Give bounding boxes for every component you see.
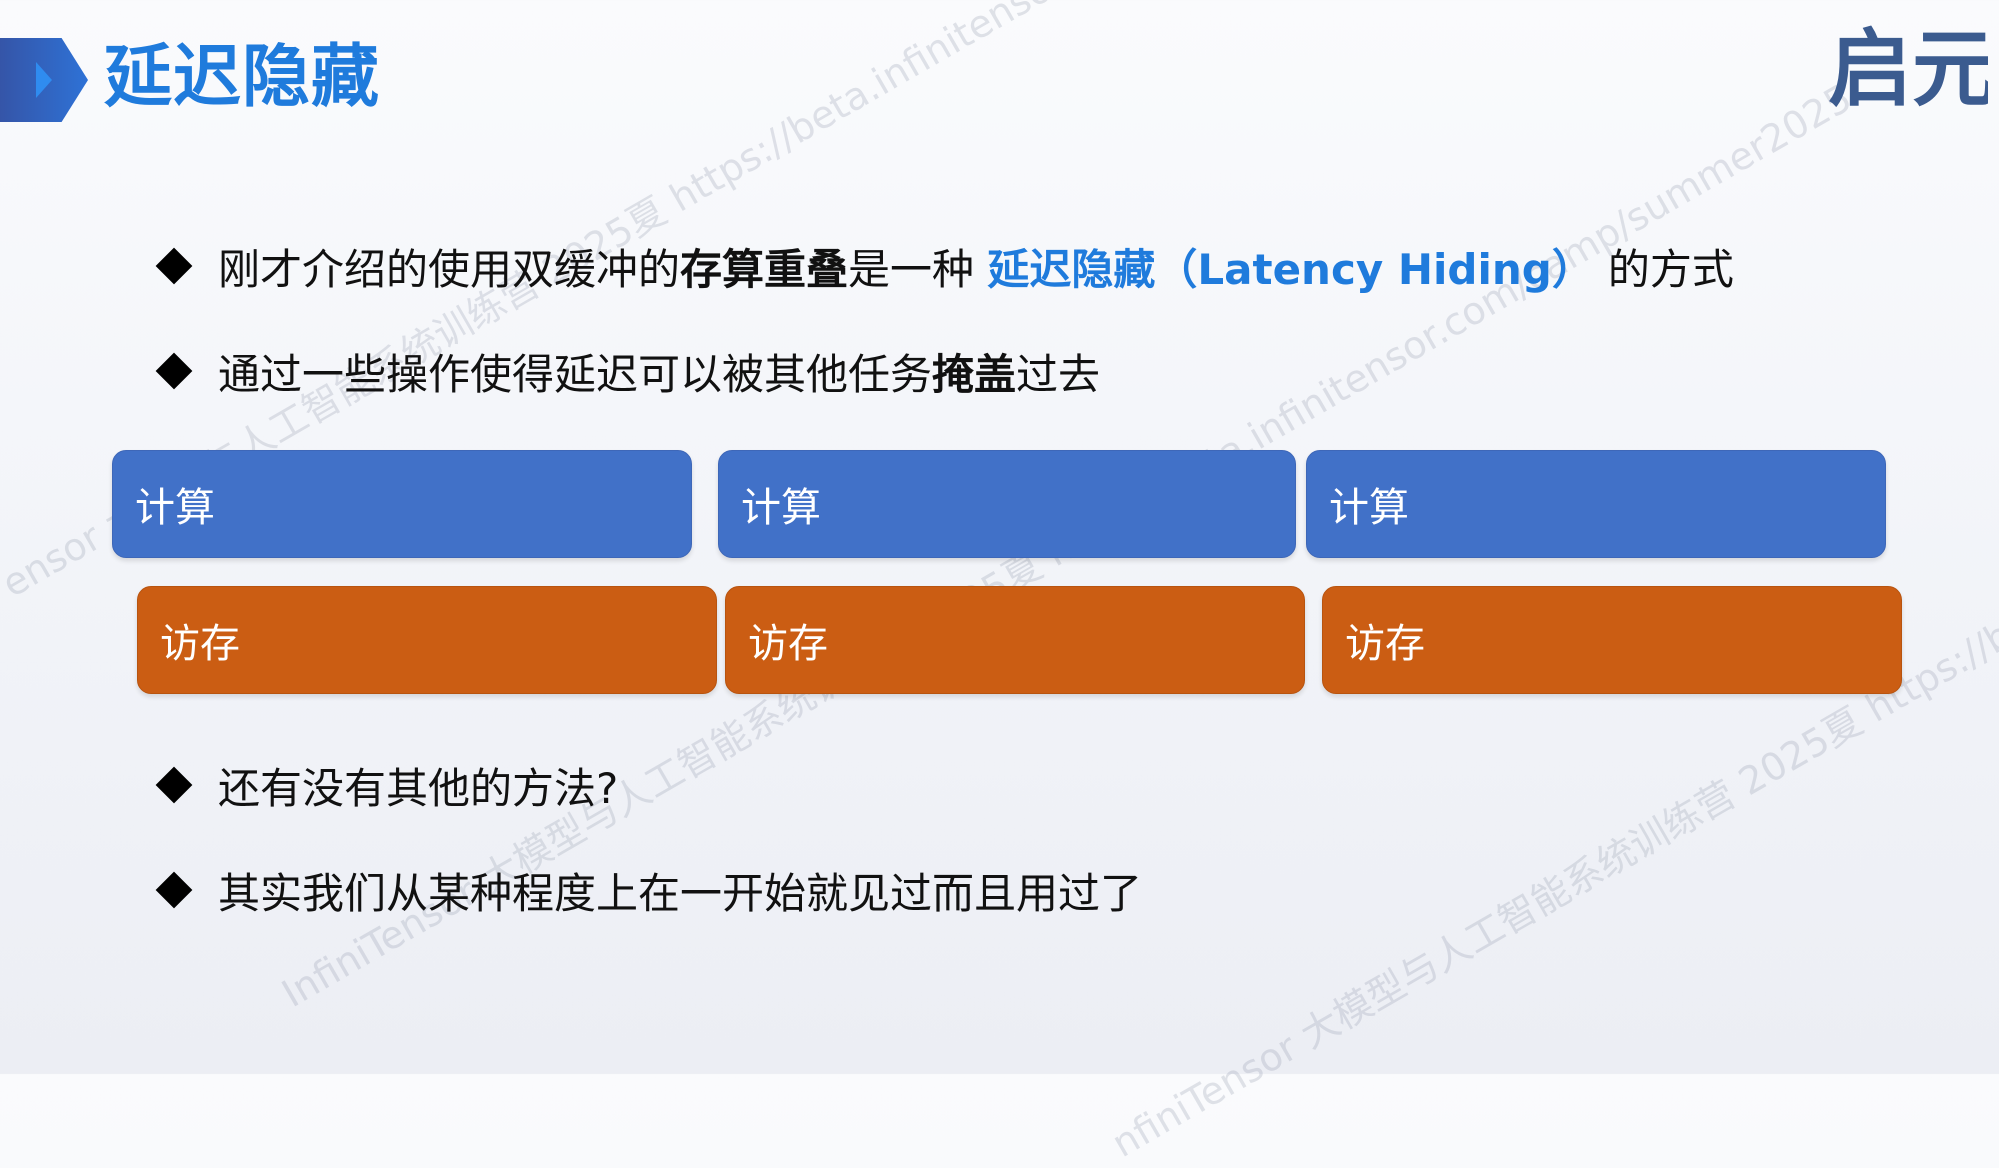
- compute-block: 计算: [112, 450, 692, 558]
- bullet-highlight: 延迟隐藏（Latency Hiding）: [987, 244, 1594, 294]
- memory-access-block: 访存: [137, 586, 717, 694]
- bullet-item: 通过一些操作使得延迟可以被其他任务 掩盖 过去: [155, 343, 1100, 399]
- bullet-text: 还有没有其他的方法?: [218, 763, 619, 813]
- bullet-item: 还有没有其他的方法?: [155, 757, 618, 813]
- compute-label: 计算: [135, 485, 215, 531]
- slide: ensor 大模型与人工智能系统训练营 2025夏 https://beta.i…: [0, 0, 1999, 1166]
- logo-text: 启元: [1828, 20, 1988, 110]
- diamond-bullet-icon: [155, 352, 193, 390]
- bullet-text: 通过一些操作使得延迟可以被其他任务: [218, 349, 933, 399]
- brand-logo: 启元: [1828, 20, 1988, 110]
- bullet-text: 刚才介绍的使用双缓冲的: [218, 244, 681, 294]
- compute-block: 计算: [1306, 450, 1886, 558]
- title-marker-tab: [0, 38, 88, 122]
- diamond-bullet-icon: [155, 247, 193, 285]
- memory-access-block: 访存: [1322, 586, 1902, 694]
- bullet-text: 过去: [1016, 349, 1101, 399]
- bullet-text: 的方式: [1607, 244, 1734, 294]
- bullet-item: 其实我们从某种程度上在一开始就见过而且用过了: [155, 862, 1142, 918]
- chevron-right-icon: [36, 62, 52, 98]
- diamond-bullet-icon: [155, 871, 193, 909]
- bullet-emphasis: 掩盖: [932, 349, 1017, 399]
- memory-access-label: 访存: [748, 621, 828, 667]
- bullet-text: 其实我们从某种程度上在一开始就见过而且用过了: [218, 868, 1143, 918]
- memory-access-label: 访存: [1345, 621, 1425, 667]
- page-title: 延迟隐藏: [104, 38, 381, 117]
- compute-label: 计算: [1329, 485, 1409, 531]
- compute-label: 计算: [741, 485, 821, 531]
- compute-block: 计算: [718, 450, 1296, 558]
- memory-access-label: 访存: [160, 621, 240, 667]
- bullet-item: 刚才介绍的使用双缓冲的 存算重叠 是一种 延迟隐藏（Latency Hiding…: [155, 238, 1734, 294]
- bullet-emphasis: 存算重叠: [680, 244, 849, 294]
- diamond-bullet-icon: [155, 766, 193, 804]
- memory-access-block: 访存: [725, 586, 1305, 694]
- bullet-text: 是一种: [848, 244, 988, 294]
- watermark-text: nfiniTensor 大模型与人工智能系统训练营 2025夏 https://…: [1104, 231, 1999, 1166]
